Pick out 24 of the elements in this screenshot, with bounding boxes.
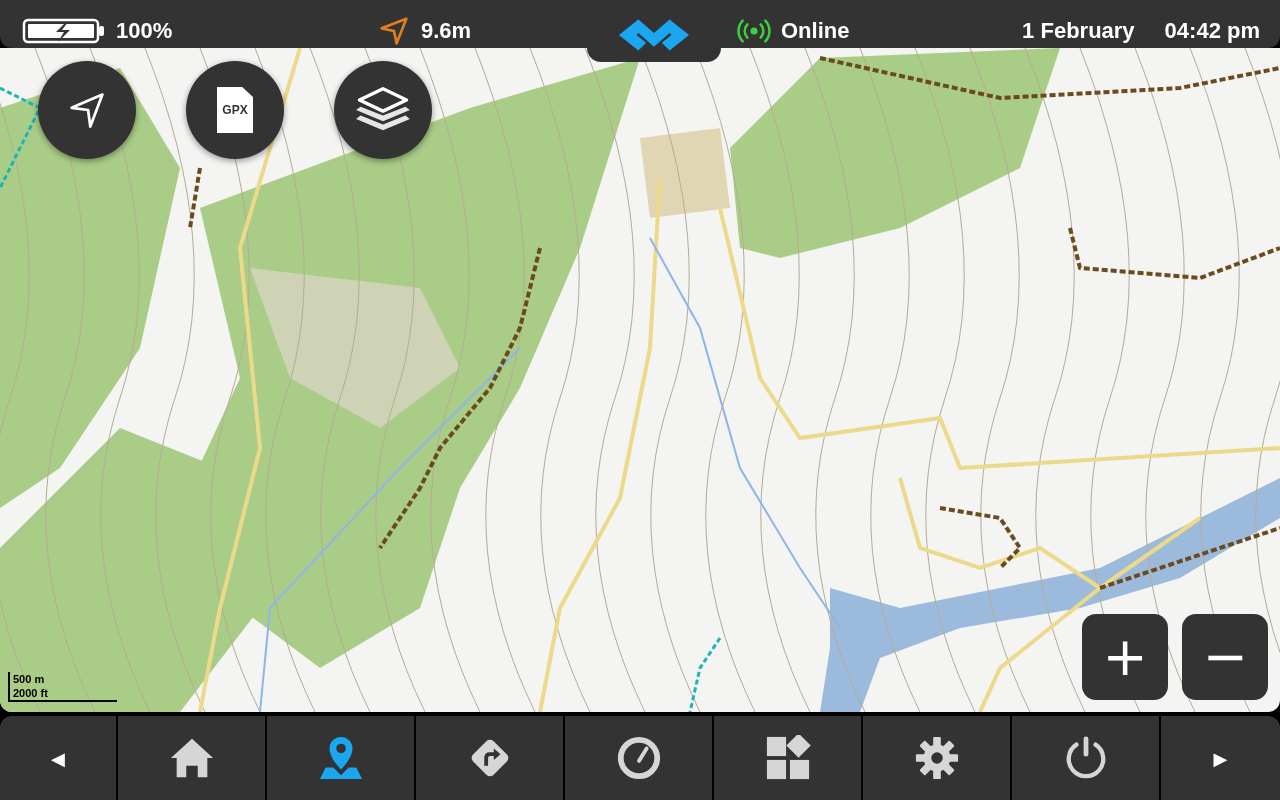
scale-imperial: 2000 ft: [13, 686, 49, 700]
settings-icon: [913, 735, 960, 781]
date: 1 February: [1022, 18, 1135, 44]
nav-tab[interactable]: [118, 716, 265, 800]
gauge-icon: [615, 735, 662, 781]
nav-tab[interactable]: [267, 716, 414, 800]
topographic-map[interactable]: [0, 48, 1280, 712]
map-pin-icon: [317, 735, 364, 781]
time: 04:42 pm: [1164, 18, 1260, 44]
next-button[interactable]: ▶: [1161, 716, 1280, 800]
nav-tab[interactable]: [416, 716, 563, 800]
previous-button[interactable]: ◀: [0, 716, 116, 800]
gps-accuracy: 9.6m: [421, 18, 472, 44]
scale-metric: 500 m: [13, 672, 46, 686]
connection-status: Online: [781, 18, 850, 44]
nav-tab[interactable]: [565, 716, 712, 800]
nav-tab[interactable]: [714, 716, 861, 800]
nav-tab[interactable]: [863, 716, 1010, 800]
battery-percentage: 100%: [116, 18, 173, 44]
apps-icon: [764, 735, 811, 781]
zoom-button[interactable]: −: [1182, 614, 1268, 700]
zoom-button[interactable]: +: [1082, 614, 1168, 700]
navigation-arrow-icon: [377, 16, 411, 46]
nav-tab[interactable]: [1012, 716, 1159, 800]
